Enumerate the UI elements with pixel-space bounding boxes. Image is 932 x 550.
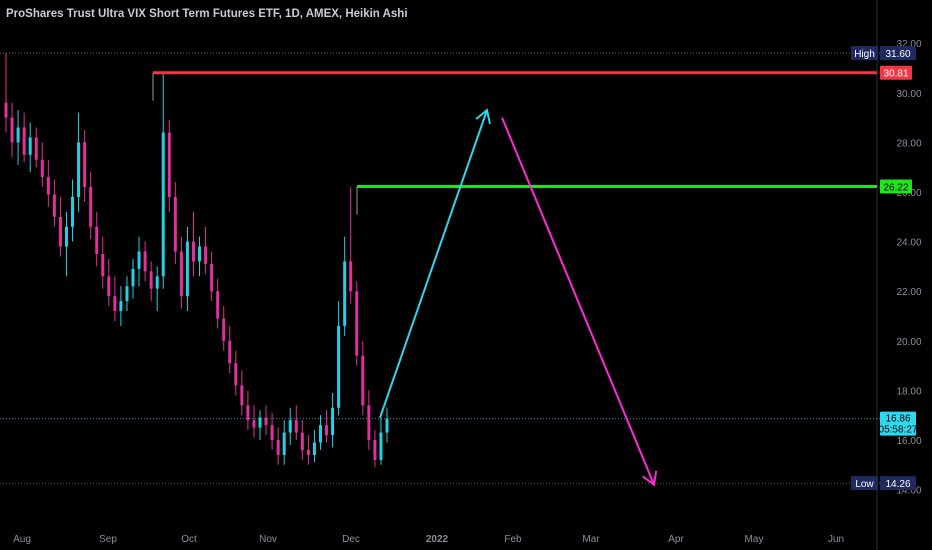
candle-body [276,440,280,455]
candle-body [240,385,244,406]
price-tick-label: 18.00 [896,386,921,397]
candle-body [367,405,371,440]
candle-body [185,241,189,297]
candle-body [246,405,250,421]
candle-body [210,263,214,292]
candle-body [161,132,165,277]
time-tick-label: Aug [13,534,31,545]
candle-body [228,340,232,364]
candle-body [379,432,383,460]
candle-body [167,132,171,197]
candle-body [131,268,135,287]
candle-body [179,251,183,297]
candle-body [10,117,14,143]
candle-body [125,286,129,302]
candle-body [58,216,62,247]
candle-body [40,159,44,178]
candle-body [306,449,310,455]
candle-body [318,425,322,443]
candle-body [282,432,286,455]
candle-body [95,226,99,254]
candle-body [385,418,389,433]
bar-countdown: 05:58:27 [879,425,918,436]
time-tick-label: Feb [504,534,522,545]
candle-body [113,296,117,312]
low-value-tag: 14.26 [885,479,910,490]
candle-body [64,226,68,247]
candle-body [191,241,195,262]
low-label-tag: Low [855,479,874,490]
time-tick-label: Nov [259,534,277,545]
candle-body [4,102,8,118]
high-value-tag: 31.60 [885,49,910,60]
candle-body [46,177,50,195]
price-tick-label: 28.00 [896,138,921,149]
candle-body [234,363,238,386]
high-label-tag: High [854,49,875,60]
candle-body [173,196,177,252]
price-chart[interactable]: 14.0016.0018.0020.0022.0024.0026.0028.00… [0,0,932,550]
candle-body [337,325,341,408]
candle-body [52,194,56,217]
candle-body [101,254,105,277]
time-tick-label: May [745,534,764,545]
time-tick-label: Sep [99,534,117,545]
candle-body [355,291,359,356]
candle-body [83,142,87,188]
price-tick-label: 30.00 [896,89,921,100]
candle-body [149,271,153,289]
candle-body [373,440,377,460]
price-tick-label: 16.00 [896,436,921,447]
candle-body [325,425,329,436]
candle-body [71,196,75,227]
candle-body [264,417,268,426]
price-tick-label: 20.00 [896,337,921,348]
candle-body [252,420,256,428]
time-tick-label: Dec [342,534,360,545]
candle-body [119,301,123,312]
candle-body [294,420,298,433]
candle-body [77,142,81,197]
candle-body [89,187,93,227]
chart-title: ProShares Trust Ultra VIX Short Term Fut… [6,8,408,20]
chart-background [0,0,932,550]
candle-body [288,420,292,433]
candle-body [34,137,38,160]
candle-body [331,407,335,436]
candle-body [361,355,365,406]
price-tick-label: 24.00 [896,238,921,249]
last-price-value: 16.86 [885,414,910,425]
candle-body [216,291,220,319]
candle-body [312,442,316,455]
candle-body [143,251,147,272]
candle-body [28,137,32,155]
candle-body [16,127,20,143]
level-value-tag: 26.22 [883,183,908,194]
candle-body [137,251,141,269]
candle-body [343,261,347,326]
candle-body [270,425,274,440]
candle-body [222,318,226,341]
candle-body [258,417,262,428]
candle-body [204,246,208,264]
time-tick-label: Jun [828,534,844,545]
candle-body [107,276,111,297]
candle-body [22,127,26,155]
level-value-tag: 30.81 [883,69,908,80]
time-tick-label: Apr [668,534,684,545]
candle-body [300,432,304,450]
time-tick-label: 2022 [426,534,449,545]
candle-body [198,246,202,262]
time-tick-label: Oct [181,534,197,545]
time-tick-label: Mar [582,534,600,545]
price-tick-label: 22.00 [896,287,921,298]
candle-body [349,261,353,292]
candle-body [155,276,159,289]
